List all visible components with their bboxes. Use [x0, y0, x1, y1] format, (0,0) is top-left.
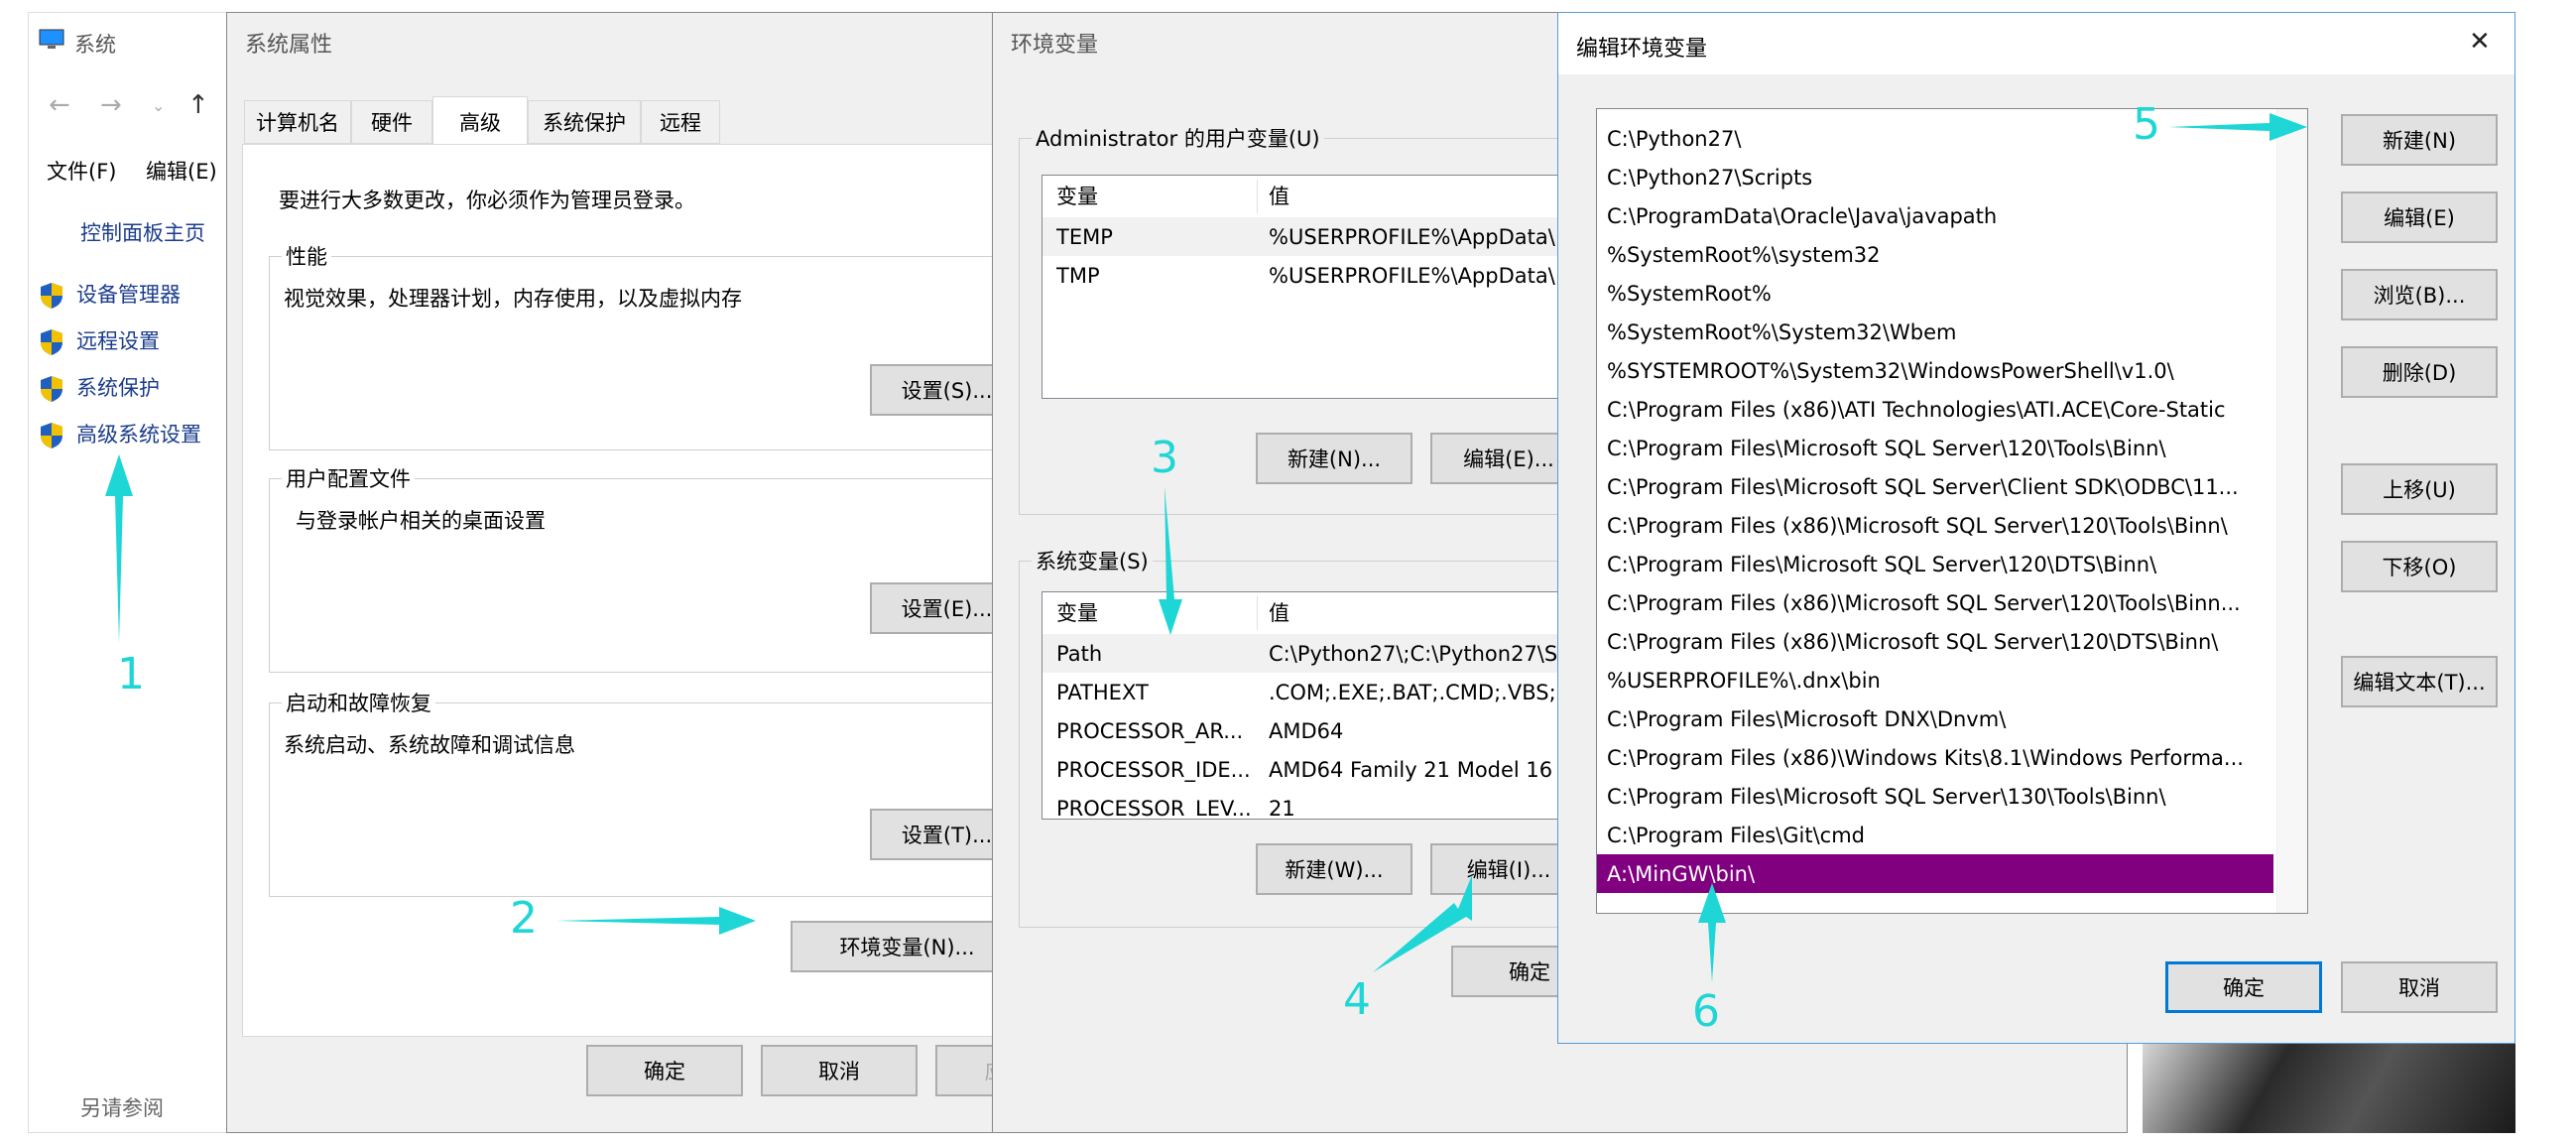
arrow-4-icon: [1373, 875, 1472, 972]
annotation-label-1: 1: [117, 649, 145, 700]
annotation-label-4: 4: [1343, 974, 1371, 1025]
arrow-5-icon: [2168, 113, 2307, 141]
annotation-label-2: 2: [510, 893, 538, 944]
arrow-2-icon: [555, 907, 756, 935]
annotation-label-5: 5: [2133, 99, 2160, 150]
annotation-label-3: 3: [1151, 433, 1178, 483]
annotation-label-6: 6: [1692, 986, 1720, 1037]
annotation-arrows: [105, 113, 2307, 982]
arrow-3-icon: [1159, 486, 1182, 635]
arrow-6-icon: [1698, 883, 1726, 982]
arrow-1-icon: [105, 454, 133, 643]
